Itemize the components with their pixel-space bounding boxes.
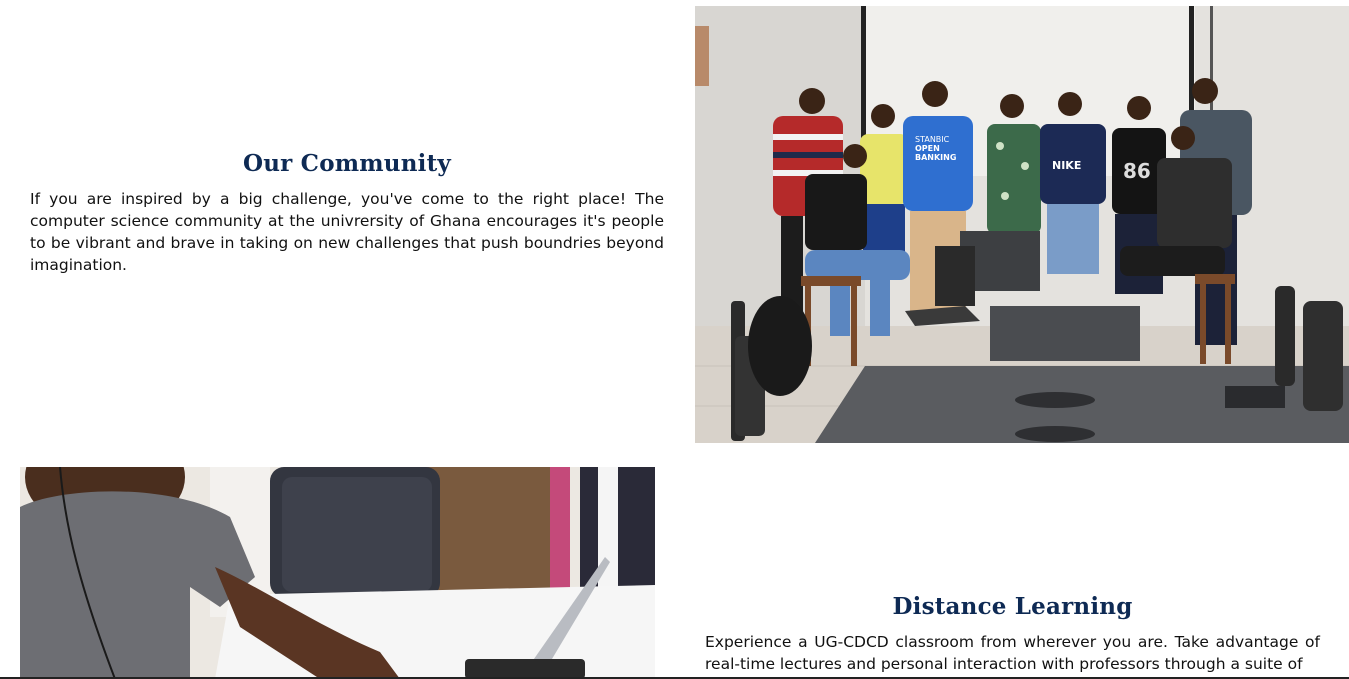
distance-learning-description: Experience a UG-CDCD classroom from wher… xyxy=(705,633,1320,673)
distance-learning-photo xyxy=(20,467,655,679)
svg-text:86: 86 xyxy=(1123,159,1151,183)
distance-learning-title: Distance Learning xyxy=(892,593,1133,620)
community-description: If you are inspired by a big challenge, … xyxy=(30,190,664,274)
community-section: Our Community If you are inspired by a b… xyxy=(30,150,664,276)
svg-text:OPEN: OPEN xyxy=(915,144,940,153)
svg-text:NIKE: NIKE xyxy=(1052,159,1081,172)
svg-text:BANKING: BANKING xyxy=(915,153,956,162)
shirt-text-stanbic: STANBIC xyxy=(915,135,950,144)
distance-learning-section: Distance Learning Experience a UG-CDCD c… xyxy=(705,593,1320,675)
page: Our Community If you are inspired by a b… xyxy=(0,0,1349,679)
community-title: Our Community xyxy=(243,150,451,177)
community-photo: STANBIC OPEN BANKING NIKE 86 xyxy=(695,6,1349,443)
